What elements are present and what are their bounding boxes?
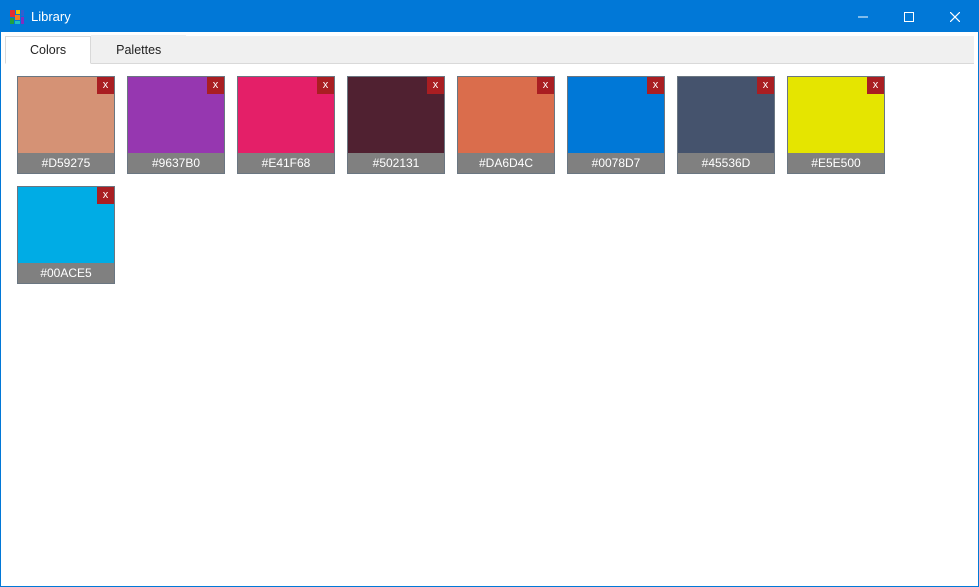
swatch-delete-button[interactable]: x (647, 77, 664, 94)
swatch-hex-label: #502131 (348, 153, 444, 173)
window-title: Library (31, 9, 71, 24)
swatch-hex-label: #0078D7 (568, 153, 664, 173)
swatch-hex-label: #00ACE5 (18, 263, 114, 283)
swatch-delete-button[interactable]: x (97, 187, 114, 204)
close-window-button[interactable] (932, 1, 978, 32)
swatch-hex-label: #E5E500 (788, 153, 884, 173)
swatch-delete-button[interactable]: x (757, 77, 774, 94)
titlebar[interactable]: Library (1, 1, 978, 32)
main-window: Library Colors Palettes x #D59275 x #9637B0… (0, 0, 979, 587)
maximize-button[interactable] (886, 1, 932, 32)
swatch-delete-button[interactable]: x (207, 77, 224, 94)
tab-colors[interactable]: Colors (5, 36, 91, 64)
swatch-hex-label: #9637B0 (128, 153, 224, 173)
swatch-grid: x #D59275 x #9637B0 x #E41F68 x #502131 x #DA6D4C… (17, 76, 962, 284)
tab-label: Colors (30, 43, 66, 57)
swatch-delete-button[interactable]: x (537, 77, 554, 94)
swatch-hex-label: #D59275 (18, 153, 114, 173)
tab-label: Palettes (116, 43, 161, 57)
tab-palettes[interactable]: Palettes (91, 35, 186, 63)
swatch-delete-button[interactable]: x (317, 77, 334, 94)
color-swatch[interactable]: x #E5E500 (787, 76, 885, 174)
swatch-hex-label: #DA6D4C (458, 153, 554, 173)
tab-content-colors: x #D59275 x #9637B0 x #E41F68 x #502131 x #DA6D4C… (5, 64, 974, 582)
swatch-hex-label: #45536D (678, 153, 774, 173)
app-icon (9, 9, 25, 25)
swatch-delete-button[interactable]: x (867, 77, 884, 94)
color-swatch[interactable]: x #9637B0 (127, 76, 225, 174)
color-swatch[interactable]: x #45536D (677, 76, 775, 174)
swatch-hex-label: #E41F68 (238, 153, 334, 173)
swatch-delete-button[interactable]: x (97, 77, 114, 94)
color-swatch[interactable]: x #00ACE5 (17, 186, 115, 284)
client-area: Colors Palettes x #D59275 x #9637B0 x #E41F68… (1, 32, 978, 586)
swatch-delete-button[interactable]: x (427, 77, 444, 94)
color-swatch[interactable]: x #E41F68 (237, 76, 335, 174)
color-swatch[interactable]: x #0078D7 (567, 76, 665, 174)
color-swatch[interactable]: x #DA6D4C (457, 76, 555, 174)
color-swatch[interactable]: x #502131 (347, 76, 445, 174)
minimize-button[interactable] (840, 1, 886, 32)
tabstrip: Colors Palettes (5, 36, 974, 64)
color-swatch[interactable]: x #D59275 (17, 76, 115, 174)
